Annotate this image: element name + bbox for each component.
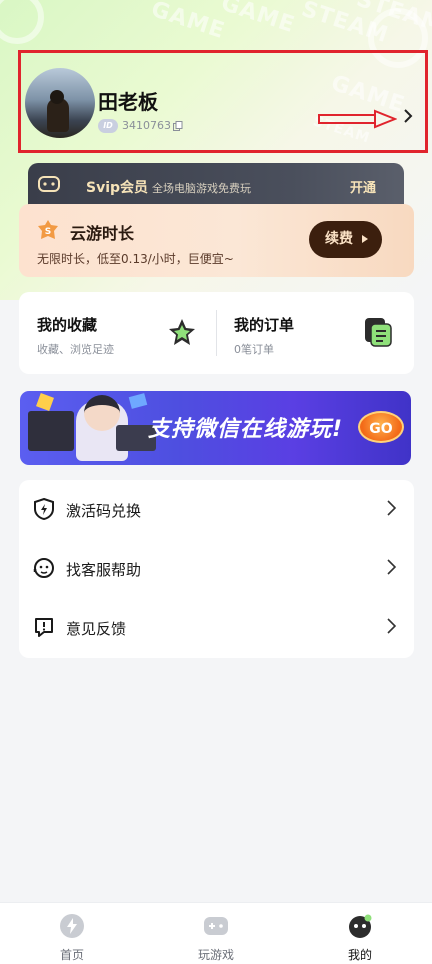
cloud-time-card[interactable]: S 云游时长 无限时长，低至0.13/小时，巨便宜~ 续费 <box>19 204 414 277</box>
renew-button-label: 续费 <box>325 231 353 247</box>
banner-text: 支持微信在线游玩! <box>148 417 344 442</box>
nav-tab-label: 首页 <box>59 948 84 962</box>
star-icon[interactable] <box>167 317 197 347</box>
feedback-icon <box>35 618 53 637</box>
nav-tab-label: 我的 <box>347 948 372 962</box>
user-id: 3410763 <box>122 119 171 132</box>
promo-banner[interactable]: 支持微信在线游玩! GO <box>20 391 411 465</box>
play-arrow-icon <box>362 235 368 243</box>
nav-tab-label: 玩游戏 <box>197 948 234 962</box>
nav-tab-games[interactable]: 玩游戏 <box>166 903 266 964</box>
nav-tab-home[interactable]: 首页 <box>22 903 122 964</box>
watermark-text: GAME <box>147 0 229 45</box>
monitor-illustration <box>28 411 74 451</box>
id-badge: ID <box>98 119 118 133</box>
renew-button[interactable]: 续费 <box>309 221 382 258</box>
character-head-illustration <box>84 395 120 431</box>
coin-icon: S <box>38 220 58 239</box>
menu-item-feedback[interactable]: 意见反馈 <box>19 598 414 657</box>
profile-header[interactable]: 田老板 ID 3410763 <box>18 50 428 153</box>
nav-tab-mine[interactable]: 我的 <box>310 903 410 964</box>
gamepad-icon <box>38 176 60 192</box>
decorative-shape <box>36 393 54 411</box>
chevron-right-icon[interactable] <box>403 109 413 123</box>
coin-icon-letter: S <box>45 227 51 237</box>
annotation-arrow-icon <box>318 109 397 129</box>
decorative-ring <box>0 0 44 44</box>
chevron-right-icon <box>387 618 397 634</box>
orders-subtitle[interactable]: 0笔订单 <box>234 341 274 357</box>
username: 田老板 <box>98 90 158 114</box>
chevron-right-icon <box>387 559 397 575</box>
menu-item-label: 激活码兑换 <box>66 502 142 520</box>
copy-icon[interactable] <box>173 121 183 131</box>
bottom-navigation: 首页 玩游戏 我的 <box>0 902 432 964</box>
order-list-icon[interactable] <box>363 316 393 348</box>
avatar-figure-head <box>50 90 64 104</box>
divider <box>216 310 217 356</box>
favorites-title[interactable]: 我的收藏 <box>37 314 97 335</box>
profile-icon <box>349 914 372 938</box>
shield-icon <box>34 498 54 520</box>
menu-item-redeem-code[interactable]: 激活码兑换 <box>19 480 414 539</box>
chevron-right-icon <box>387 500 397 516</box>
svip-subtitle: 全场电脑游戏免费玩 <box>152 182 251 195</box>
shortcut-card: 我的收藏 收藏、浏览足迹 我的订单 0笔订单 <box>19 292 414 374</box>
cloud-time-title: 云游时长 <box>70 224 135 243</box>
home-icon <box>60 914 84 938</box>
watermark-text: GAME <box>217 0 299 39</box>
menu-item-label: 找客服帮助 <box>66 561 142 579</box>
menu-item-customer-service[interactable]: 找客服帮助 <box>19 539 414 598</box>
avatar[interactable] <box>25 68 95 138</box>
cloud-time-subtitle: 无限时长，低至0.13/小时，巨便宜~ <box>37 252 234 266</box>
svip-title: Svip会员 <box>86 180 149 196</box>
gamepad-icon <box>204 917 228 935</box>
decorative-shape <box>128 393 148 409</box>
settings-menu: 激活码兑换 找客服帮助 意见反馈 <box>19 480 414 658</box>
go-button[interactable]: GO <box>358 411 404 443</box>
favorites-subtitle[interactable]: 收藏、浏览足迹 <box>37 341 114 357</box>
orders-title[interactable]: 我的订单 <box>234 314 294 335</box>
svip-banner[interactable]: Svip会员 全场电脑游戏免费玩 开通 <box>28 163 404 209</box>
svip-open-button[interactable]: 开通 <box>350 177 376 196</box>
menu-item-label: 意见反馈 <box>66 620 127 638</box>
support-icon <box>33 558 54 578</box>
